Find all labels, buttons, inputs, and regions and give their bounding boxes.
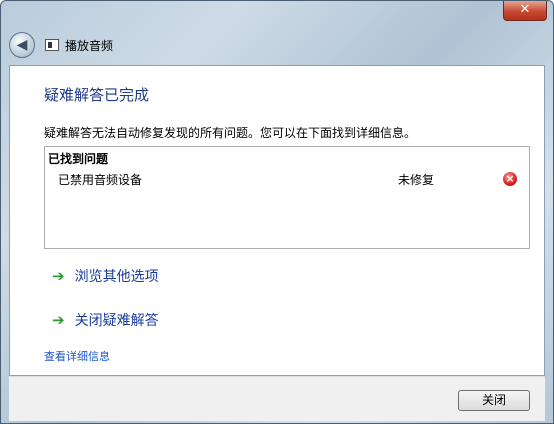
footer-bar: 关闭 bbox=[9, 376, 545, 421]
close-troubleshooter-label: 关闭疑难解答 bbox=[74, 313, 159, 329]
problem-name: 已禁用音频设备 bbox=[58, 173, 143, 187]
close-button[interactable]: 关闭 bbox=[458, 390, 530, 411]
window-title: 播放音频 bbox=[65, 38, 114, 53]
green-arrow-icon: ➔ bbox=[52, 267, 65, 285]
problem-row[interactable]: 已禁用音频设备 未修复 × bbox=[45, 171, 529, 193]
back-button[interactable]: ◀ bbox=[9, 32, 35, 58]
green-arrow-icon: ➔ bbox=[52, 311, 65, 329]
troubleshooter-app-icon bbox=[45, 39, 59, 51]
problem-status: 未修复 bbox=[398, 173, 435, 187]
window-close-button[interactable]: ✕ bbox=[503, 1, 547, 21]
close-troubleshooter-link[interactable]: ➔ 关闭疑难解答 bbox=[52, 310, 159, 330]
explore-options-link[interactable]: ➔ 浏览其他选项 bbox=[52, 266, 159, 286]
content-panel: 疑难解答已完成 疑难解答无法自动修复发现的所有问题。您可以在下面找到详细信息。 … bbox=[9, 65, 545, 376]
page-heading: 疑难解答已完成 bbox=[44, 86, 150, 104]
error-icon: × bbox=[503, 172, 517, 186]
back-arrow-icon: ◀ bbox=[16, 37, 28, 53]
view-details-link[interactable]: 查看详细信息 bbox=[44, 348, 110, 364]
problems-list: 已找到问题 已禁用音频设备 未修复 × bbox=[44, 146, 530, 249]
problems-header: 已找到问题 bbox=[48, 152, 109, 166]
nav-bar: ◀ 播放音频 bbox=[9, 31, 113, 59]
page-description: 疑难解答无法自动修复发现的所有问题。您可以在下面找到详细信息。 bbox=[44, 126, 417, 140]
explore-options-label: 浏览其他选项 bbox=[74, 269, 159, 285]
troubleshooter-window: ✕ ◀ 播放音频 疑难解答已完成 疑难解答无法自动修复发现的所有问题。您可以在下… bbox=[0, 0, 554, 424]
